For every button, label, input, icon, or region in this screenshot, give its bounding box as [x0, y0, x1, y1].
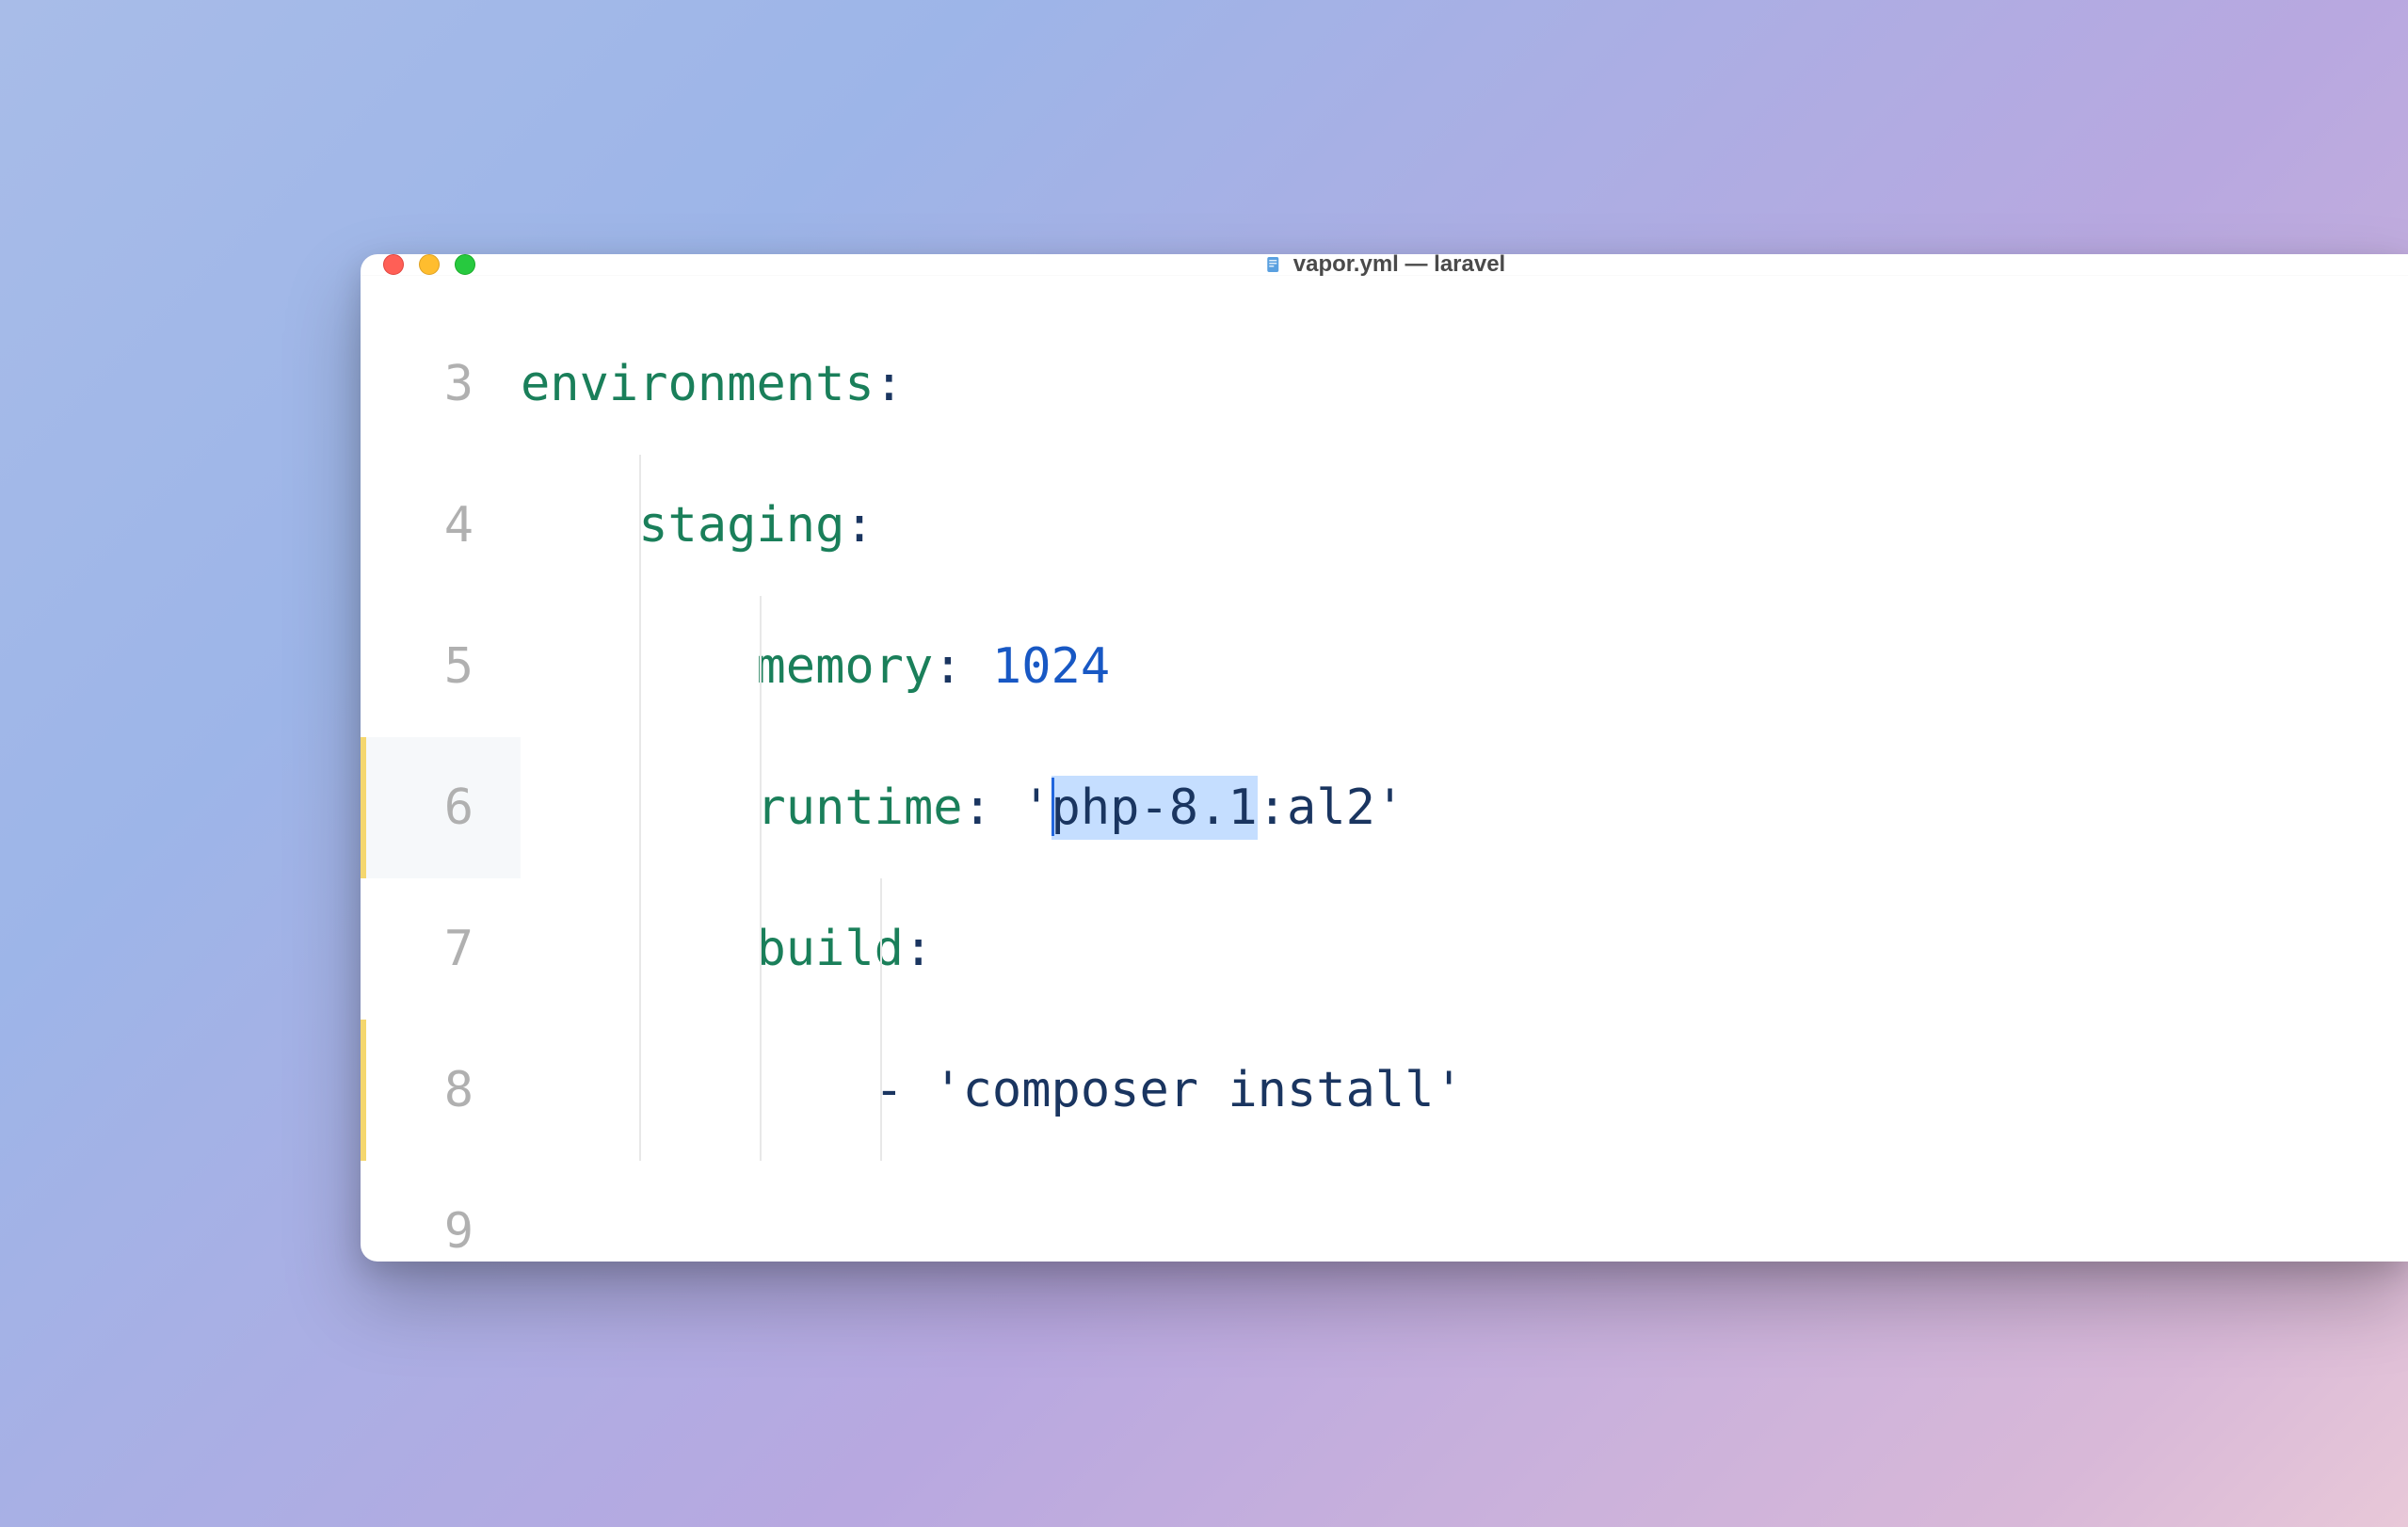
token-punct: : — [904, 921, 933, 977]
line-number: 5 — [361, 596, 521, 737]
window-title: vapor.yml — laravel — [1293, 254, 1505, 278]
token-punct: : — [875, 356, 904, 412]
code-line[interactable]: 3environments: — [361, 313, 2408, 455]
line-content[interactable]: memory: 1024 — [521, 596, 2408, 737]
token-key: staging — [638, 497, 844, 554]
line-number: 3 — [361, 313, 521, 455]
line-content[interactable]: staging: — [521, 455, 2408, 596]
code-line[interactable]: 8 - 'composer install' — [361, 1020, 2408, 1161]
token-string-selected: php-8.1 — [1051, 776, 1258, 840]
line-content[interactable]: runtime: 'php-8.1:al2' — [521, 737, 2408, 878]
token-punct: : — [933, 638, 992, 695]
line-number: 9 — [361, 1161, 521, 1262]
modified-marker — [361, 737, 366, 878]
editor-window: vapor.yml — laravel 3environments:4 stag… — [361, 254, 2408, 1262]
title-container: vapor.yml — laravel — [1263, 254, 1505, 278]
line-number: 7 — [361, 878, 521, 1020]
indent-guide — [639, 455, 641, 1161]
traffic-lights — [383, 254, 475, 275]
line-number-gutter[interactable]: 9 — [361, 1161, 521, 1262]
code-line[interactable]: 5 memory: 1024 — [361, 596, 2408, 737]
code-line[interactable]: 7 build: — [361, 878, 2408, 1020]
line-number: 8 — [361, 1020, 521, 1161]
token-string: ' — [1021, 780, 1051, 836]
line-number-gutter[interactable]: 4 — [361, 455, 521, 596]
line-content[interactable]: - 'composer install' — [521, 1020, 2408, 1161]
token-number: 1024 — [992, 638, 1110, 695]
line-number-gutter[interactable]: 7 — [361, 878, 521, 1020]
indent-guide — [880, 878, 882, 1161]
code-line[interactable]: 6 runtime: 'php-8.1:al2' — [361, 737, 2408, 878]
modified-marker — [361, 1020, 366, 1161]
zoom-button[interactable] — [455, 254, 475, 275]
window-titlebar[interactable]: vapor.yml — laravel — [361, 254, 2408, 276]
token-punct: - — [875, 1062, 934, 1118]
line-number-gutter[interactable]: 6 — [361, 737, 521, 878]
token-punct: : — [844, 497, 874, 554]
token-string: 'composer install' — [933, 1062, 1464, 1118]
line-number-gutter[interactable]: 8 — [361, 1020, 521, 1161]
line-number-gutter[interactable]: 3 — [361, 313, 521, 455]
editor-body[interactable]: 3environments:4 staging:5 memory: 10246 … — [361, 276, 2408, 1262]
minimize-button[interactable] — [419, 254, 440, 275]
line-content[interactable] — [521, 1161, 2408, 1262]
token-string: :al2' — [1258, 780, 1405, 836]
text-cursor — [1051, 778, 1054, 836]
code-line[interactable]: 4 staging: — [361, 455, 2408, 596]
close-button[interactable] — [383, 254, 404, 275]
indent-guide — [760, 596, 762, 1161]
line-number: 6 — [361, 737, 521, 878]
token-key: runtime — [756, 780, 962, 836]
line-number-gutter[interactable]: 5 — [361, 596, 521, 737]
line-content[interactable]: environments: — [521, 313, 2408, 455]
token-key: environments — [521, 356, 875, 412]
token-key: memory — [756, 638, 933, 695]
line-content[interactable]: build: — [521, 878, 2408, 1020]
line-number: 4 — [361, 455, 521, 596]
file-icon — [1263, 254, 1284, 275]
token-punct: : — [963, 780, 1022, 836]
code-line[interactable]: 9 — [361, 1161, 2408, 1262]
